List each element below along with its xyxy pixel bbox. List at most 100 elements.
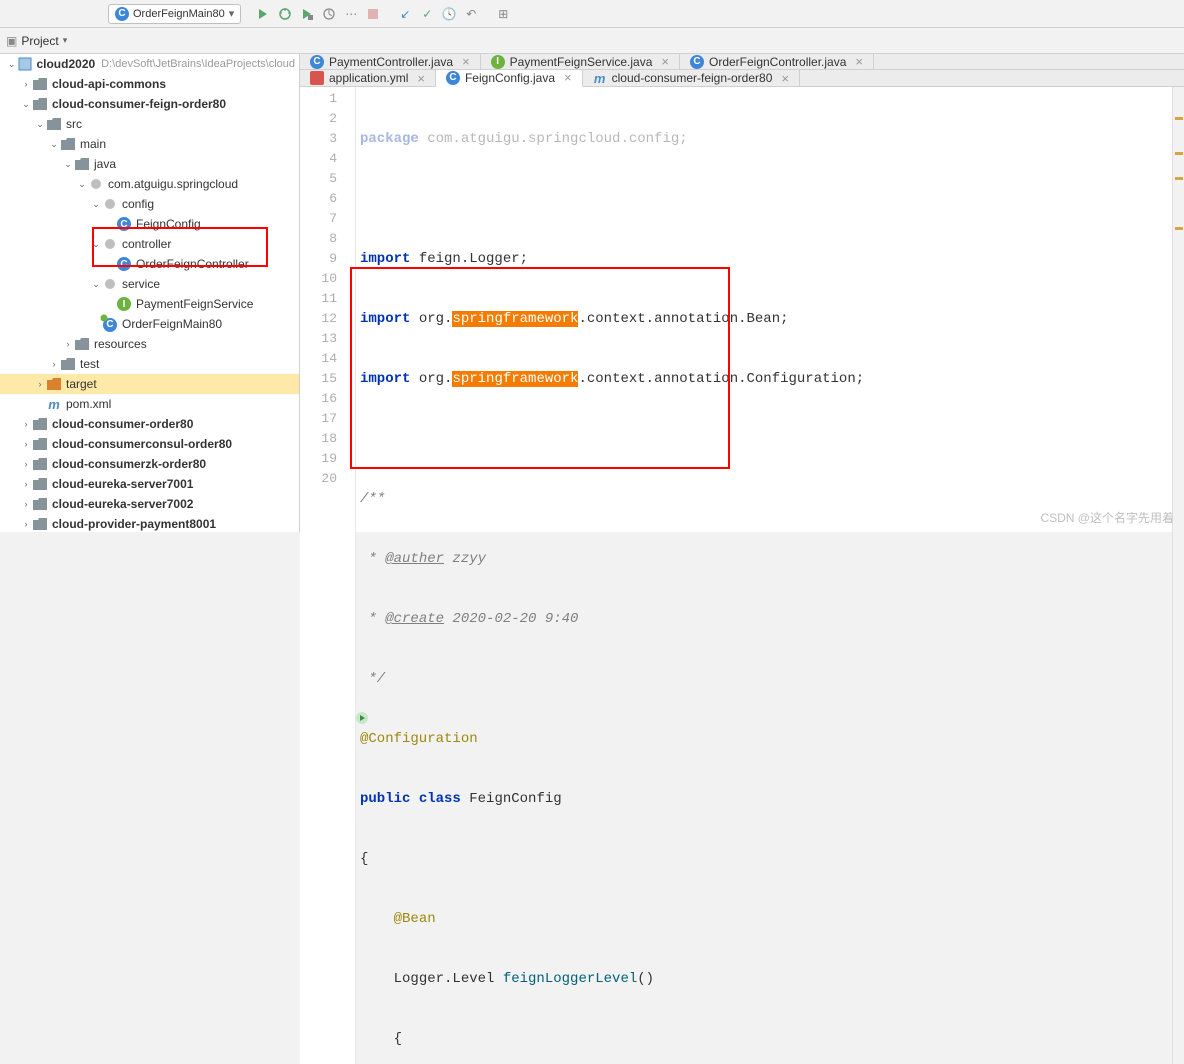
tree-item-java[interactable]: ⌄ java: [0, 154, 299, 174]
tree-item-cloud-consumerzk-order80[interactable]: › cloud-consumerzk-order80: [0, 454, 299, 474]
tree-item-main[interactable]: ⌄main: [0, 134, 299, 154]
structure-button[interactable]: ⊞: [493, 4, 513, 24]
close-icon[interactable]: ×: [781, 71, 789, 86]
warning-marker[interactable]: [1175, 227, 1183, 230]
editor-tab-application-yml[interactable]: application.yml×: [300, 70, 436, 86]
close-icon[interactable]: ×: [462, 54, 470, 69]
watermark: CSDN @这个名字先用着: [1040, 509, 1174, 526]
warning-marker[interactable]: [1175, 117, 1183, 120]
line-number: 17: [300, 409, 337, 429]
folder-icon: [32, 476, 48, 492]
expand-icon[interactable]: ⌄: [34, 119, 46, 130]
git-revert-button[interactable]: ↶: [461, 4, 481, 24]
tree-item-test[interactable]: › test: [0, 354, 299, 374]
project-title: Project: [21, 34, 58, 48]
expand-icon[interactable]: ⌄: [48, 139, 60, 150]
tab-label: PaymentController.java: [329, 55, 453, 69]
tree-item-cloud-provider-payment8001[interactable]: ›cloud-provider-payment8001: [0, 514, 299, 532]
tree-item-label: service: [122, 277, 160, 291]
code-content[interactable]: packagepackage com.atguigu.springcloud.c…: [356, 87, 1172, 1064]
expand-icon[interactable]: ›: [20, 79, 32, 89]
tree-item-cloud-consumer-feign-order80[interactable]: ⌄cloud-consumer-feign-order80: [0, 94, 299, 114]
warning-marker[interactable]: [1175, 177, 1183, 180]
tree-item-label: java: [94, 157, 116, 171]
tree-item-pom-xml[interactable]: m pom.xml: [0, 394, 299, 414]
tree-item-resources[interactable]: ›resources: [0, 334, 299, 354]
warning-marker[interactable]: [1175, 152, 1183, 155]
editor-tab-feignconfig-java[interactable]: CFeignConfig.java×: [436, 70, 583, 87]
tree-item-src[interactable]: ⌄src: [0, 114, 299, 134]
tree-item-cloud-consumer-order80[interactable]: ›cloud-consumer-order80: [0, 414, 299, 434]
tree-item-label: pom.xml: [66, 397, 111, 411]
tree-item-cloud-api-commons[interactable]: ›cloud-api-commons: [0, 74, 299, 94]
expand-icon[interactable]: ›: [20, 479, 32, 489]
expand-icon[interactable]: ⌄: [6, 59, 17, 70]
line-number: 6: [300, 189, 337, 209]
expand-icon[interactable]: ⌄: [90, 239, 102, 250]
editor-tab-paymentfeignservice-java[interactable]: IPaymentFeignService.java×: [481, 54, 680, 69]
expand-icon[interactable]: ⌄: [90, 199, 102, 210]
git-update-button[interactable]: ↙: [395, 4, 415, 24]
profile-button[interactable]: [319, 4, 339, 24]
expand-icon[interactable]: ›: [34, 379, 46, 389]
git-history-button[interactable]: 🕓: [439, 4, 459, 24]
tree-item-cloud-eureka-server7001[interactable]: › cloud-eureka-server7001: [0, 474, 299, 494]
tree-item-cloud-consumerconsul-order80[interactable]: ›cloud-consumerconsul-order80: [0, 434, 299, 454]
tree-item-orderfeigncontroller[interactable]: COrderFeignController: [0, 254, 299, 274]
tree-root[interactable]: ⌄ cloud2020 D:\devSoft\JetBrains\IdeaPro…: [0, 54, 299, 74]
folder-icon: [32, 456, 48, 472]
close-icon[interactable]: ×: [417, 71, 425, 86]
expand-icon[interactable]: ⌄: [20, 99, 32, 110]
expand-icon[interactable]: ⌄: [62, 159, 74, 170]
close-icon[interactable]: ×: [661, 54, 669, 69]
tree-item-service[interactable]: ⌄ service: [0, 274, 299, 294]
package-icon: [102, 276, 118, 292]
right-marker-gutter[interactable]: [1172, 87, 1184, 1064]
close-icon[interactable]: ×: [564, 70, 572, 85]
maven-icon: m: [46, 396, 62, 412]
editor-tab-orderfeigncontroller-java[interactable]: COrderFeignController.java×: [680, 54, 874, 69]
expand-icon[interactable]: ›: [20, 459, 32, 469]
tree-item-feignconfig[interactable]: CFeignConfig: [0, 214, 299, 234]
line-number: 16: [300, 389, 337, 409]
line-number: 1: [300, 89, 337, 109]
editor-tab-paymentcontroller-java[interactable]: CPaymentController.java×: [300, 54, 481, 69]
top-toolbar: C OrderFeignMain80 ▾ ⋯ ↙ ✓ 🕓 ↶ ⊞: [0, 0, 1184, 28]
tree-item-label: test: [80, 357, 99, 371]
coverage-button[interactable]: [297, 4, 317, 24]
tree-item-com-atguigu-springcloud[interactable]: ⌄com.atguigu.springcloud: [0, 174, 299, 194]
run-config-selector[interactable]: C OrderFeignMain80 ▾: [108, 4, 241, 24]
maven-icon: m: [593, 71, 607, 85]
expand-icon[interactable]: ›: [20, 519, 32, 529]
debug-button[interactable]: [275, 4, 295, 24]
tree-item-config[interactable]: ⌄config: [0, 194, 299, 214]
tree-item-cloud-eureka-server7002[interactable]: › cloud-eureka-server7002: [0, 494, 299, 514]
tree-item-orderfeignmain80[interactable]: COrderFeignMain80: [0, 314, 299, 334]
run-button[interactable]: [253, 4, 273, 24]
git-commit-button[interactable]: ✓: [417, 4, 437, 24]
editor-tab-cloud-consumer-feign-order80[interactable]: mcloud-consumer-feign-order80×: [583, 70, 800, 86]
folder-icon: [32, 516, 48, 532]
tree-item-label: cloud-eureka-server7001: [52, 477, 193, 491]
tab-label: FeignConfig.java: [465, 71, 555, 85]
close-icon[interactable]: ×: [855, 54, 863, 69]
expand-icon[interactable]: ›: [20, 499, 32, 509]
expand-icon[interactable]: ›: [62, 339, 74, 349]
tree-item-label: cloud-eureka-server7002: [52, 497, 193, 511]
expand-icon[interactable]: ›: [20, 419, 32, 429]
yml-icon: [310, 71, 324, 85]
view-mode-dropdown[interactable]: ▾: [63, 35, 68, 46]
expand-icon[interactable]: ⌄: [76, 179, 88, 190]
tree-item-paymentfeignservice[interactable]: IPaymentFeignService: [0, 294, 299, 314]
stop-button[interactable]: [363, 4, 383, 24]
expand-icon[interactable]: ⌄: [90, 279, 102, 290]
project-tree[interactable]: ⌄ cloud2020 D:\devSoft\JetBrains\IdeaPro…: [0, 54, 300, 532]
expand-icon[interactable]: ›: [48, 359, 60, 369]
tree-item-controller[interactable]: ⌄controller: [0, 234, 299, 254]
class-icon: C: [690, 55, 704, 69]
attach-button[interactable]: ⋯: [341, 4, 361, 24]
tree-item-label: cloud-consumerzk-order80: [52, 457, 206, 471]
expand-icon[interactable]: ›: [20, 439, 32, 449]
line-number: 7: [300, 209, 337, 229]
tree-item-target[interactable]: ›target: [0, 374, 299, 394]
